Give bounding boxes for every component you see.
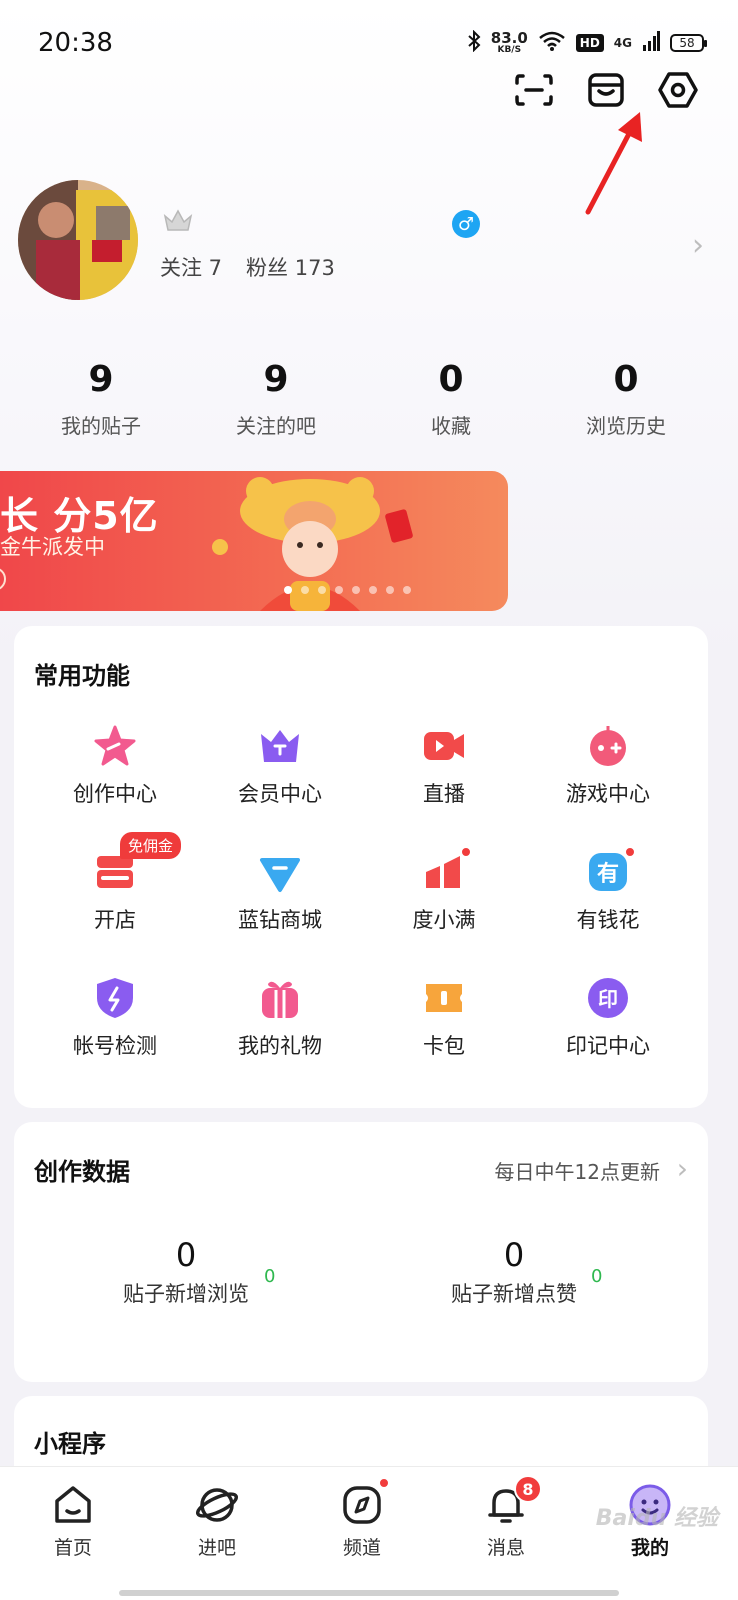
status-indicators: 83.0 KB/S HD 4G 58 xyxy=(467,29,707,56)
creation-data-title: 创作数据 xyxy=(34,1158,130,1186)
stat-followed-bars[interactable]: 9 关注的吧 xyxy=(196,360,356,439)
func-youqianhua[interactable]: 有 有钱花 xyxy=(528,846,688,934)
nav-messages[interactable]: 8 消息 xyxy=(456,1475,556,1560)
data-new-likes[interactable]: 0 贴子新增点赞 xyxy=(384,1236,644,1308)
home-indicator[interactable] xyxy=(119,1590,619,1596)
vip-crown-icon xyxy=(163,208,193,238)
network-type: 4G xyxy=(613,36,632,50)
mini-programs-title: 小程序 xyxy=(34,1430,106,1458)
avatar[interactable] xyxy=(18,180,138,300)
compass-icon xyxy=(340,1477,390,1527)
signal-icon xyxy=(642,31,660,55)
wifi-icon xyxy=(538,30,566,56)
scan-icon[interactable] xyxy=(514,70,554,110)
settings-icon[interactable] xyxy=(658,70,698,110)
banner-ring-icon xyxy=(0,567,6,591)
func-my-gifts[interactable]: 我的礼物 xyxy=(200,976,360,1060)
func-member-center[interactable]: 会员中心 xyxy=(200,724,360,808)
svg-text:有: 有 xyxy=(597,861,619,887)
creation-data-card: 创作数据 每日中午12点更新 › 0 贴子新增浏览 0 0 贴子新增点赞 0 xyxy=(14,1122,708,1382)
home-icon xyxy=(51,1483,95,1527)
battery-indicator: 58 xyxy=(670,34,707,52)
ticket-icon xyxy=(422,976,466,1020)
baidu-watermark: Baidu 经验 xyxy=(595,1506,718,1531)
notification-dot xyxy=(460,846,472,858)
video-icon xyxy=(422,724,466,768)
banner-subtitle: 金牛派发中 xyxy=(0,535,105,559)
fans-count[interactable]: 粉丝 173 xyxy=(246,252,335,282)
top-actions xyxy=(514,70,698,110)
promo-banner[interactable]: 长 分5亿 金牛派发中 xyxy=(0,471,508,611)
chevron-right-icon[interactable]: › xyxy=(677,1152,688,1185)
nav-home[interactable]: 首页 xyxy=(23,1483,123,1560)
data-new-views[interactable]: 0 贴子新增浏览 xyxy=(56,1236,316,1308)
status-time: 20:38 xyxy=(38,28,113,58)
nav-enter-bar[interactable]: 进吧 xyxy=(167,1483,267,1560)
notification-dot xyxy=(624,846,636,858)
func-account-check[interactable]: 帐号检测 xyxy=(35,976,195,1060)
func-open-shop[interactable]: 开店 xyxy=(35,850,195,934)
profile-chevron-icon[interactable]: › xyxy=(692,228,704,263)
func-duxiaoman[interactable]: 度小满 xyxy=(364,846,524,934)
stat-favorites[interactable]: 0 收藏 xyxy=(371,360,531,439)
update-note[interactable]: 每日中午12点更新 xyxy=(495,1156,660,1185)
annotation-arrow-icon xyxy=(580,108,650,222)
chart-icon xyxy=(422,846,472,894)
functions-title: 常用功能 xyxy=(34,662,130,690)
money-icon: 有 xyxy=(586,846,636,894)
gift-icon xyxy=(258,976,302,1020)
bell-icon: 8 xyxy=(484,1475,542,1527)
notification-dot xyxy=(378,1477,390,1489)
stat-history[interactable]: 0 浏览历史 xyxy=(546,360,706,439)
shield-icon xyxy=(93,976,137,1020)
planet-icon xyxy=(195,1483,239,1527)
stamp-icon: 印 xyxy=(586,976,630,1020)
func-live[interactable]: 直播 xyxy=(364,724,524,808)
stat-my-posts[interactable]: 9 我的贴子 xyxy=(21,360,181,439)
nav-channel[interactable]: 频道 xyxy=(312,1477,412,1560)
hd-badge: HD xyxy=(575,34,604,52)
svg-text:印: 印 xyxy=(598,987,618,1011)
gender-male-icon: ♂ xyxy=(452,210,480,238)
bluetooth-icon xyxy=(467,29,481,56)
func-blue-diamond-mall[interactable]: 蓝钻商城 xyxy=(200,850,360,934)
func-game-center[interactable]: 游戏中心 xyxy=(528,724,688,808)
func-creation-center[interactable]: 创作中心 xyxy=(35,724,195,808)
commission-free-badge: 免佣金 xyxy=(120,832,182,859)
banner-pagination xyxy=(284,586,411,594)
bottom-nav: 首页 进吧 频道 8 消息 我的 xyxy=(0,1466,738,1600)
store-icon[interactable] xyxy=(586,70,626,110)
follow-stats: 关注 7 粉丝 173 xyxy=(160,252,335,282)
func-card-wallet[interactable]: 卡包 xyxy=(364,976,524,1060)
diamond-icon xyxy=(258,850,302,894)
data-likes-delta: 0 xyxy=(591,1266,603,1287)
func-mark-center[interactable]: 印 印记中心 xyxy=(528,976,688,1060)
gamepad-icon xyxy=(586,724,630,768)
star-icon xyxy=(93,724,137,768)
following-count[interactable]: 关注 7 xyxy=(160,252,222,282)
crown-icon xyxy=(258,724,302,768)
stats-row: 9 我的贴子 9 关注的吧 0 收藏 0 浏览历史 xyxy=(0,360,738,450)
network-speed: 83.0 KB/S xyxy=(490,29,528,55)
message-count-badge: 8 xyxy=(514,1475,542,1503)
data-views-delta: 0 xyxy=(264,1266,276,1287)
